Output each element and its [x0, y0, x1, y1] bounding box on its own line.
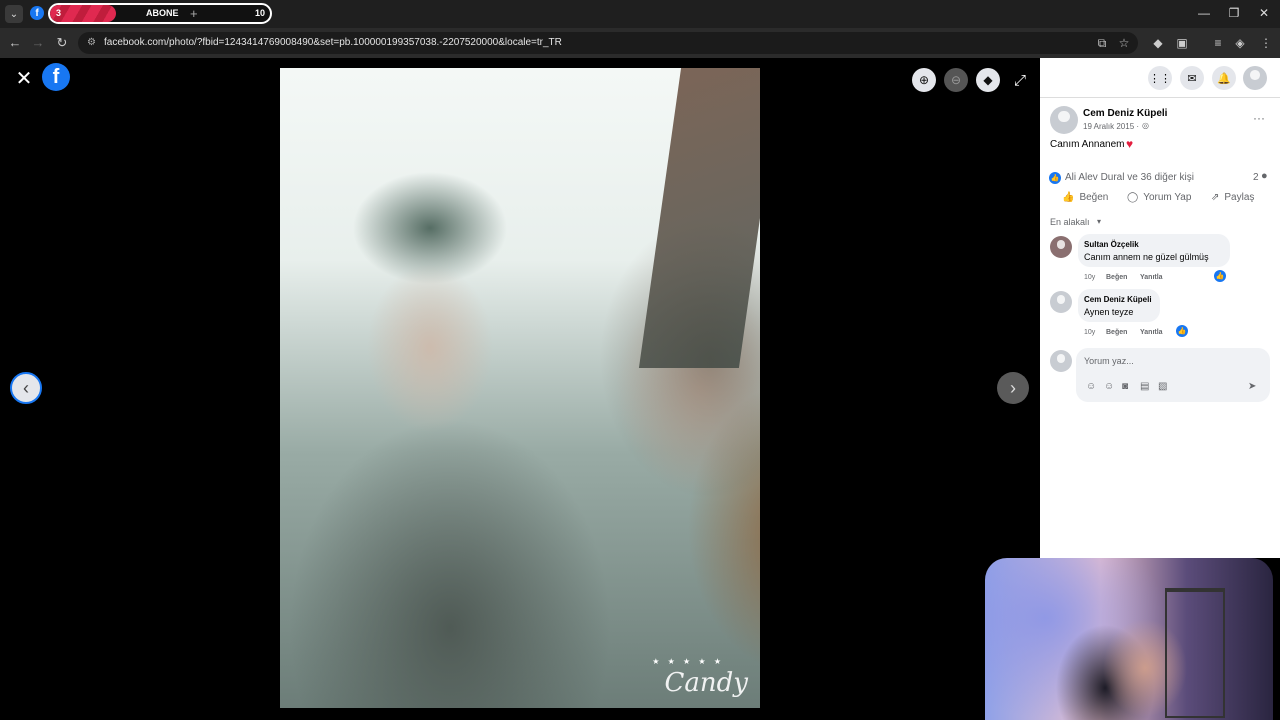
- subscriber-plus: +: [190, 6, 198, 21]
- heart-icon: ♥: [1126, 137, 1134, 151]
- minimize-icon[interactable]: —: [1194, 6, 1214, 20]
- subscriber-goal: 10: [254, 8, 265, 18]
- share-label: Paylaş: [1224, 192, 1255, 203]
- comment-author[interactable]: Sultan Özçelik: [1084, 240, 1139, 249]
- comment-button[interactable]: ◯ Yorum Yap: [1127, 192, 1191, 203]
- browser-address-bar: ← → ↻ ⚙ facebook.com/photo/?fbid=1243414…: [0, 28, 1280, 58]
- back-icon[interactable]: ←: [7, 35, 23, 50]
- profile-extension-icon[interactable]: ◈: [1232, 36, 1248, 50]
- comment-like-link[interactable]: Beğen: [1106, 329, 1127, 336]
- tab-search-icon[interactable]: ⌄: [5, 5, 23, 23]
- like-reaction-icon: 👍: [1049, 172, 1061, 184]
- next-photo-button[interactable]: ›: [997, 372, 1029, 404]
- composer-avatar[interactable]: [1050, 350, 1072, 372]
- tag-icon[interactable]: ◆: [976, 68, 1000, 92]
- author-avatar[interactable]: [1050, 106, 1078, 134]
- menu-grid-icon[interactable]: ⋮⋮: [1148, 66, 1172, 90]
- post-author[interactable]: Cem Deniz Küpeli: [1083, 108, 1167, 119]
- like-label: Beğen: [1079, 192, 1109, 203]
- send-icon[interactable]: ➤: [1248, 381, 1256, 392]
- comment-reply-link[interactable]: Yanıtla: [1140, 274, 1163, 281]
- comment-bubble: Sultan Özçelik Canım annem ne güzel gülm…: [1078, 234, 1230, 267]
- gif-icon[interactable]: ▤: [1140, 381, 1149, 392]
- comment-age[interactable]: 10y: [1084, 274, 1095, 281]
- restore-icon[interactable]: ❐: [1224, 6, 1244, 20]
- comment-like-reaction-icon: 👍: [1214, 270, 1226, 282]
- browser-menu-icon[interactable]: ⋮: [1258, 36, 1274, 50]
- facebook-logo-icon[interactable]: f: [42, 63, 70, 91]
- post-photo: ★ ★ ★ ★ ★ Candy: [280, 68, 760, 708]
- share-button[interactable]: ⇗ Paylaş: [1211, 192, 1254, 203]
- sort-chevron-down-icon[interactable]: ▾: [1097, 217, 1101, 226]
- webcam-background-shelf: [1165, 588, 1225, 718]
- candy-watermark: Candy: [664, 668, 748, 698]
- sticker-icon[interactable]: ▧: [1158, 381, 1167, 392]
- comment-count[interactable]: 2: [1253, 172, 1259, 183]
- photo-background-frame: [638, 68, 760, 368]
- window-close-icon[interactable]: ✕: [1254, 6, 1274, 20]
- commenter-avatar[interactable]: [1050, 236, 1072, 258]
- panel-header: ⋮⋮ ✉ 🔔: [1040, 58, 1280, 98]
- comment-text: Aynen teyze: [1084, 307, 1134, 317]
- comment-like-link[interactable]: Beğen: [1106, 274, 1127, 281]
- comment-input[interactable]: Yorum yaz... ☺ ☺ ◙ ▤ ▧ ➤: [1076, 348, 1270, 402]
- install-app-icon[interactable]: ⧉: [1094, 36, 1110, 51]
- account-avatar[interactable]: [1243, 66, 1267, 90]
- extensions-puzzle-icon[interactable]: ▣: [1174, 36, 1190, 50]
- subscriber-goal-widget: 3 ABONE + 10: [48, 3, 272, 24]
- subscriber-current: 3: [56, 8, 62, 18]
- zoom-out-icon[interactable]: ⊖: [944, 68, 968, 92]
- public-globe-icon: ◎: [1142, 121, 1149, 130]
- comment-placeholder: Yorum yaz...: [1084, 356, 1134, 366]
- url-text: facebook.com/photo/?fbid=124341476900849…: [104, 37, 562, 48]
- url-field[interactable]: ⚙ facebook.com/photo/?fbid=1243414769008…: [78, 32, 1138, 54]
- subscriber-label: ABONE: [146, 8, 179, 18]
- post-caption: Canım Annanem: [1050, 139, 1125, 150]
- close-viewer-icon[interactable]: ✕: [14, 66, 34, 91]
- post-details-panel: ⋮⋮ ✉ 🔔 Cem Deniz Küpeli 19 Aralık 2015 ·…: [1040, 58, 1280, 558]
- extension-diamond-icon[interactable]: ◆: [1150, 36, 1166, 50]
- comment-bubble-icon: ◯: [1127, 192, 1139, 203]
- commenter-avatar[interactable]: [1050, 291, 1072, 313]
- avatar-sticker-icon[interactable]: ☺: [1086, 381, 1096, 392]
- site-info-icon[interactable]: ⚙: [87, 37, 99, 49]
- bookmark-star-icon[interactable]: ☆: [1116, 36, 1132, 50]
- sort-comments-dropdown[interactable]: En alakalı: [1050, 217, 1090, 227]
- watermark-stars: ★ ★ ★ ★ ★: [652, 657, 724, 666]
- like-thumb-icon: 👍: [1062, 192, 1075, 203]
- browser-tab-bar: ⌄ f 3 ABONE + 10 — ❐ ✕: [0, 0, 1280, 28]
- post-options-icon[interactable]: ···: [1253, 111, 1265, 125]
- camera-icon[interactable]: ◙: [1122, 381, 1128, 392]
- share-arrow-icon: ⇗: [1211, 192, 1220, 203]
- comment-age[interactable]: 10y: [1084, 329, 1095, 336]
- messenger-icon[interactable]: ✉: [1180, 66, 1204, 90]
- comment-count-icon: ●: [1261, 170, 1268, 182]
- previous-photo-button[interactable]: ‹: [10, 372, 42, 404]
- comment-bubble: Cem Deniz Küpeli Aynen teyze: [1078, 289, 1160, 322]
- reactions-summary[interactable]: Ali Alev Dural ve 36 diğer kişi: [1065, 172, 1194, 183]
- comment-reply-link[interactable]: Yanıtla: [1140, 329, 1163, 336]
- reload-icon[interactable]: ↻: [54, 35, 70, 51]
- forward-icon[interactable]: →: [30, 35, 46, 50]
- fullscreen-icon[interactable]: ⤢: [1008, 68, 1032, 92]
- comment-text: Canım annem ne güzel gülmüş: [1084, 252, 1209, 262]
- comment-like-reaction-icon: 👍: [1176, 325, 1188, 337]
- comment-label: Yorum Yap: [1143, 192, 1192, 203]
- zoom-in-icon[interactable]: ⊕: [912, 68, 936, 92]
- post-date[interactable]: 19 Aralık 2015 ·: [1083, 122, 1139, 131]
- webcam-overlay: [985, 558, 1273, 720]
- media-control-icon[interactable]: ≡: [1210, 36, 1226, 50]
- facebook-tab-icon[interactable]: f: [30, 6, 44, 20]
- emoji-icon[interactable]: ☺: [1104, 381, 1114, 392]
- like-button[interactable]: 👍 Beğen: [1062, 192, 1108, 203]
- comment-author[interactable]: Cem Deniz Küpeli: [1084, 295, 1152, 304]
- notifications-bell-icon[interactable]: 🔔: [1212, 66, 1236, 90]
